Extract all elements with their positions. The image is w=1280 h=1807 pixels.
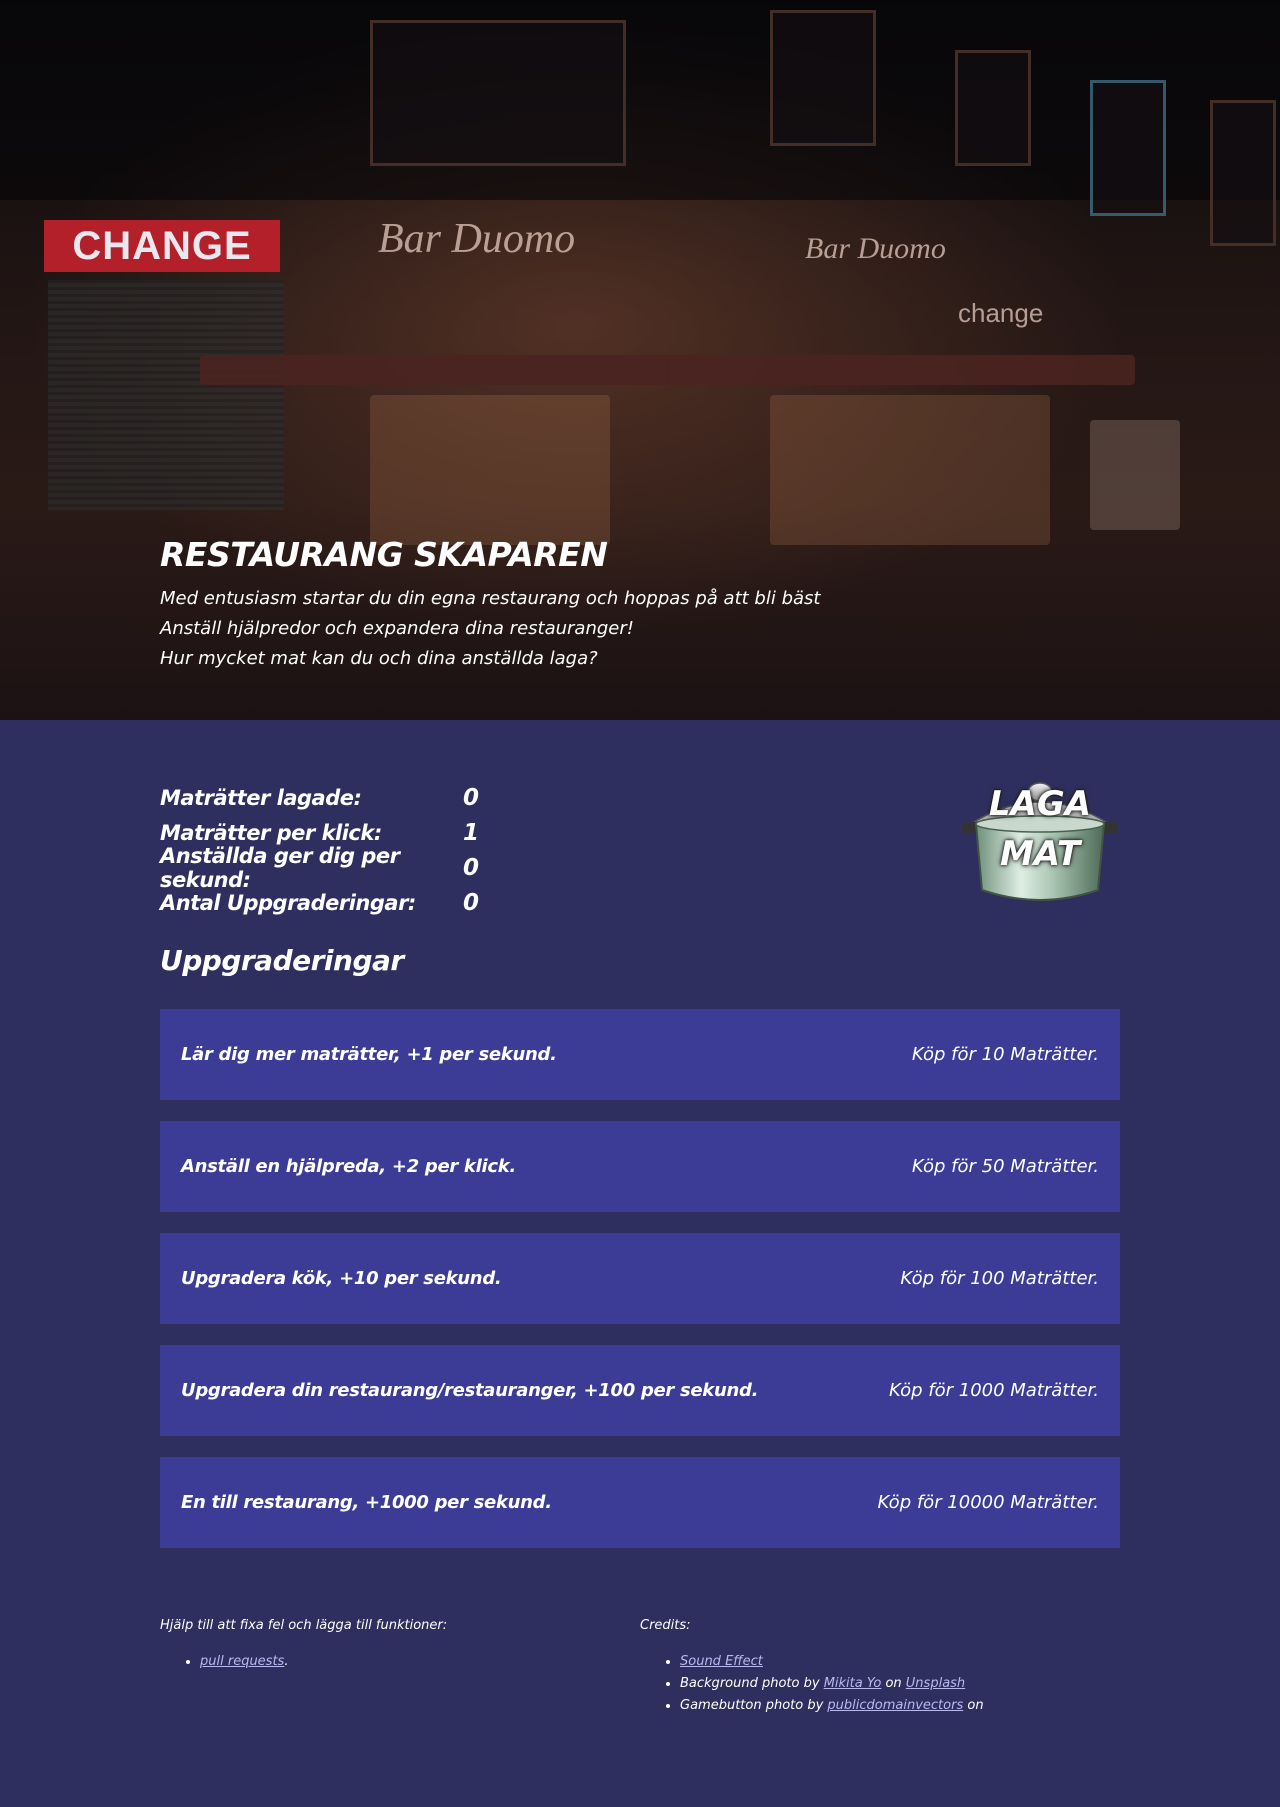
credit-text: Gamebutton photo by <box>680 1698 828 1713</box>
intro-line: Anställ hjälpredor och expandera dina re… <box>160 618 634 639</box>
stat-value: 0 <box>463 854 480 881</box>
upgrade-cost: Köp för 10000 Maträtter. <box>877 1492 1099 1513</box>
upgrade-button[interactable]: Lär dig mer maträtter, +1 per sekund. Kö… <box>160 1009 1120 1100</box>
hero-banner: CHANGE Bar Duomo Bar Duomo change RESTAU… <box>0 0 1280 720</box>
credit-text: on <box>963 1698 984 1713</box>
stat-value: 1 <box>463 819 480 846</box>
photo-window <box>955 50 1031 166</box>
photo-awning <box>665 355 1135 385</box>
upgrade-button[interactable]: En till restaurang, +1000 per sekund. Kö… <box>160 1457 1120 1548</box>
upgrade-description: Anställ en hjälpreda, +2 per klick. <box>181 1156 516 1177</box>
upgrade-button[interactable]: Anställ en hjälpreda, +2 per klick. Köp … <box>160 1121 1120 1212</box>
upgrade-description: Upgradera din restaurang/restauranger, +… <box>181 1380 759 1401</box>
photo-storefront <box>370 395 610 545</box>
stat-label: Maträtter per klick: <box>160 820 382 845</box>
photo-sign-bar-duomo: Bar Duomo <box>805 232 946 265</box>
credit-text: Background photo by <box>680 1676 824 1691</box>
publicdomainvectors-link[interactable]: publicdomainvectors <box>827 1698 963 1713</box>
stat-value: 0 <box>463 784 480 811</box>
photo-sign-change: CHANGE <box>44 220 280 272</box>
stat-label: Anställda ger dig per sekund: <box>160 843 400 892</box>
credits-section: Credits: Sound Effect Background photo b… <box>640 1618 1120 1717</box>
photo-storefront <box>770 395 1050 545</box>
photographer-link[interactable]: Mikita Yo <box>824 1676 882 1691</box>
stat-label: Antal Uppgraderingar: <box>160 890 416 915</box>
cook-button-label: MAT <box>999 834 1081 874</box>
photo-window <box>370 20 626 166</box>
photo-storefront <box>1090 420 1180 530</box>
upgrade-description: Upgradera kök, +10 per sekund. <box>181 1268 502 1289</box>
photo-sign-bar-duomo: Bar Duomo <box>378 216 576 262</box>
upgrade-cost: Köp för 100 Maträtter. <box>900 1268 1099 1289</box>
upgrade-cost: Köp för 1000 Maträtter. <box>888 1380 1099 1401</box>
list-item: Sound Effect <box>680 1651 1120 1673</box>
credits-heading: Credits: <box>640 1618 691 1633</box>
stat-value: 0 <box>463 889 480 916</box>
credit-text: on <box>881 1676 906 1691</box>
intro-line: Med entusiasm startar du din egna restau… <box>160 588 821 609</box>
help-suffix: . <box>284 1654 289 1669</box>
photo-sign-change: change <box>958 298 1044 328</box>
upgrade-description: Lär dig mer maträtter, +1 per sekund. <box>181 1044 557 1065</box>
unsplash-link[interactable]: Unsplash <box>906 1676 965 1691</box>
help-section: Hjälp till att fixa fel och lägga till f… <box>160 1618 640 1717</box>
help-heading: Hjälp till att fixa fel och lägga till f… <box>160 1618 448 1633</box>
credits-list: Sound Effect Background photo by Mikita … <box>640 1651 1120 1717</box>
upgrade-cost: Köp för 50 Maträtter. <box>911 1156 1099 1177</box>
photo-window <box>770 10 876 146</box>
game-title: RESTAURANG SKAPAREN <box>160 535 608 574</box>
list-item: Gamebutton photo by publicdomainvectors … <box>680 1695 1120 1717</box>
game-area: Maträtter lagade: 0 Maträtter per klick:… <box>160 720 1120 1548</box>
pull-requests-link[interactable]: pull requests <box>200 1654 284 1669</box>
cook-food-button[interactable]: LAGA MAT <box>960 772 1120 908</box>
photo-window <box>1090 80 1166 216</box>
sound-effect-link[interactable]: Sound Effect <box>680 1654 763 1669</box>
upgrade-description: En till restaurang, +1000 per sekund. <box>181 1492 552 1513</box>
photo-shutter <box>48 280 284 510</box>
upgrade-button[interactable]: Upgradera din restaurang/restauranger, +… <box>160 1345 1120 1436</box>
photo-window <box>1210 100 1276 246</box>
upgrade-button[interactable]: Upgradera kök, +10 per sekund. Köp för 1… <box>160 1233 1120 1324</box>
upgrade-cost: Köp för 10 Maträtter. <box>911 1044 1099 1065</box>
list-item: pull requests. <box>200 1651 640 1673</box>
intro-line: Hur mycket mat kan du och dina anställda… <box>160 648 598 669</box>
hero-text: RESTAURANG SKAPAREN Med entusiasm starta… <box>160 535 820 674</box>
photo-awning <box>200 355 670 385</box>
stat-label: Maträtter lagade: <box>160 785 362 810</box>
help-list: pull requests. <box>160 1651 640 1673</box>
background-photo <box>0 0 1280 200</box>
upgrades-heading: Uppgraderingar <box>160 944 404 977</box>
page-footer: Hjälp till att fixa fel och lägga till f… <box>160 1618 1120 1717</box>
stats-panel: Maträtter lagade: 0 Maträtter per klick:… <box>160 780 1120 920</box>
cook-button-label: LAGA <box>988 784 1092 824</box>
list-item: Background photo by Mikita Yo on Unsplas… <box>680 1673 1120 1695</box>
